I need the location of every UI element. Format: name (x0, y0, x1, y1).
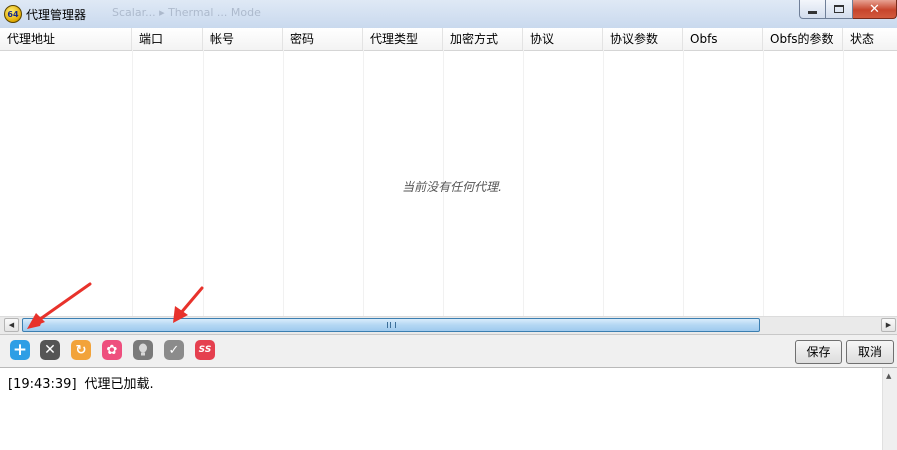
title-bar: 64 代理管理器 Scalar... ▸ Thermal ... Mode ✕ (0, 0, 897, 29)
scroll-left-icon: ◀ (8, 321, 15, 329)
horizontal-scrollbar[interactable]: ◀ ▶ (0, 316, 897, 334)
column-header-encryption[interactable]: 加密方式 (443, 28, 523, 50)
column-header-password[interactable]: 密码 (283, 28, 363, 50)
log-entry: [19:43:39] 代理已加载. (8, 373, 154, 392)
refresh-icon[interactable]: ↻ (71, 340, 91, 360)
minimize-button[interactable] (799, 0, 826, 19)
check-icon[interactable]: ✓ (164, 340, 184, 360)
vertical-scrollbar[interactable]: ▲ (882, 368, 897, 450)
scroll-right-icon: ▶ (885, 321, 892, 329)
log-timestamp: [19:43:39] (8, 377, 77, 392)
column-header-obfs-param[interactable]: Obfs的参数 (763, 28, 843, 50)
column-header-protocol-param[interactable]: 协议参数 (603, 28, 683, 50)
toolbar: + ✕ ↻ ✿ ✓ SS 保存 取消 (0, 335, 897, 367)
bulb-icon[interactable] (133, 340, 153, 360)
log-message: 代理已加载. (84, 377, 154, 392)
empty-list-message: 当前没有任何代理. (402, 180, 502, 194)
close-button[interactable]: ✕ (853, 0, 897, 19)
add-icon[interactable]: + (10, 340, 30, 360)
scroll-up-icon[interactable]: ▲ (886, 372, 891, 380)
background-window-title: Scalar... ▸ Thermal ... Mode (112, 6, 261, 19)
log-panel[interactable]: [19:43:39] 代理已加载. ▲ (0, 367, 897, 450)
cancel-button[interactable]: 取消 (846, 340, 894, 364)
column-header-status[interactable]: 状态 (843, 28, 897, 50)
column-header-account[interactable]: 帐号 (203, 28, 283, 50)
maximize-button[interactable] (826, 0, 853, 19)
scroll-left-button[interactable]: ◀ (4, 318, 19, 332)
scroll-right-button[interactable]: ▶ (881, 318, 896, 332)
bulb-shape (139, 343, 147, 356)
app-icon: 64 (4, 5, 22, 23)
scrollbar-thumb[interactable] (22, 318, 760, 332)
column-header-protocol[interactable]: 协议 (523, 28, 603, 50)
column-header-obfs[interactable]: Obfs (683, 28, 763, 50)
column-header-address[interactable]: 代理地址 (0, 28, 132, 50)
close-icon: ✕ (869, 1, 880, 17)
save-button[interactable]: 保存 (795, 340, 842, 364)
delete-icon[interactable]: ✕ (40, 340, 60, 360)
proxy-list[interactable]: 代理地址 端口 帐号 密码 代理类型 加密方式 协议 协议参数 Obfs Obf… (0, 28, 897, 335)
grip-icon (386, 322, 396, 328)
minimize-icon (808, 10, 817, 14)
column-header-proxy-type[interactable]: 代理类型 (363, 28, 443, 50)
column-header-port[interactable]: 端口 (132, 28, 203, 50)
table-header: 代理地址 端口 帐号 密码 代理类型 加密方式 协议 协议参数 Obfs Obf… (0, 28, 897, 51)
maximize-icon (834, 5, 844, 13)
settings-icon[interactable]: ✿ (102, 340, 122, 360)
window-title: 代理管理器 (26, 8, 87, 22)
ss-icon[interactable]: SS (195, 340, 215, 360)
